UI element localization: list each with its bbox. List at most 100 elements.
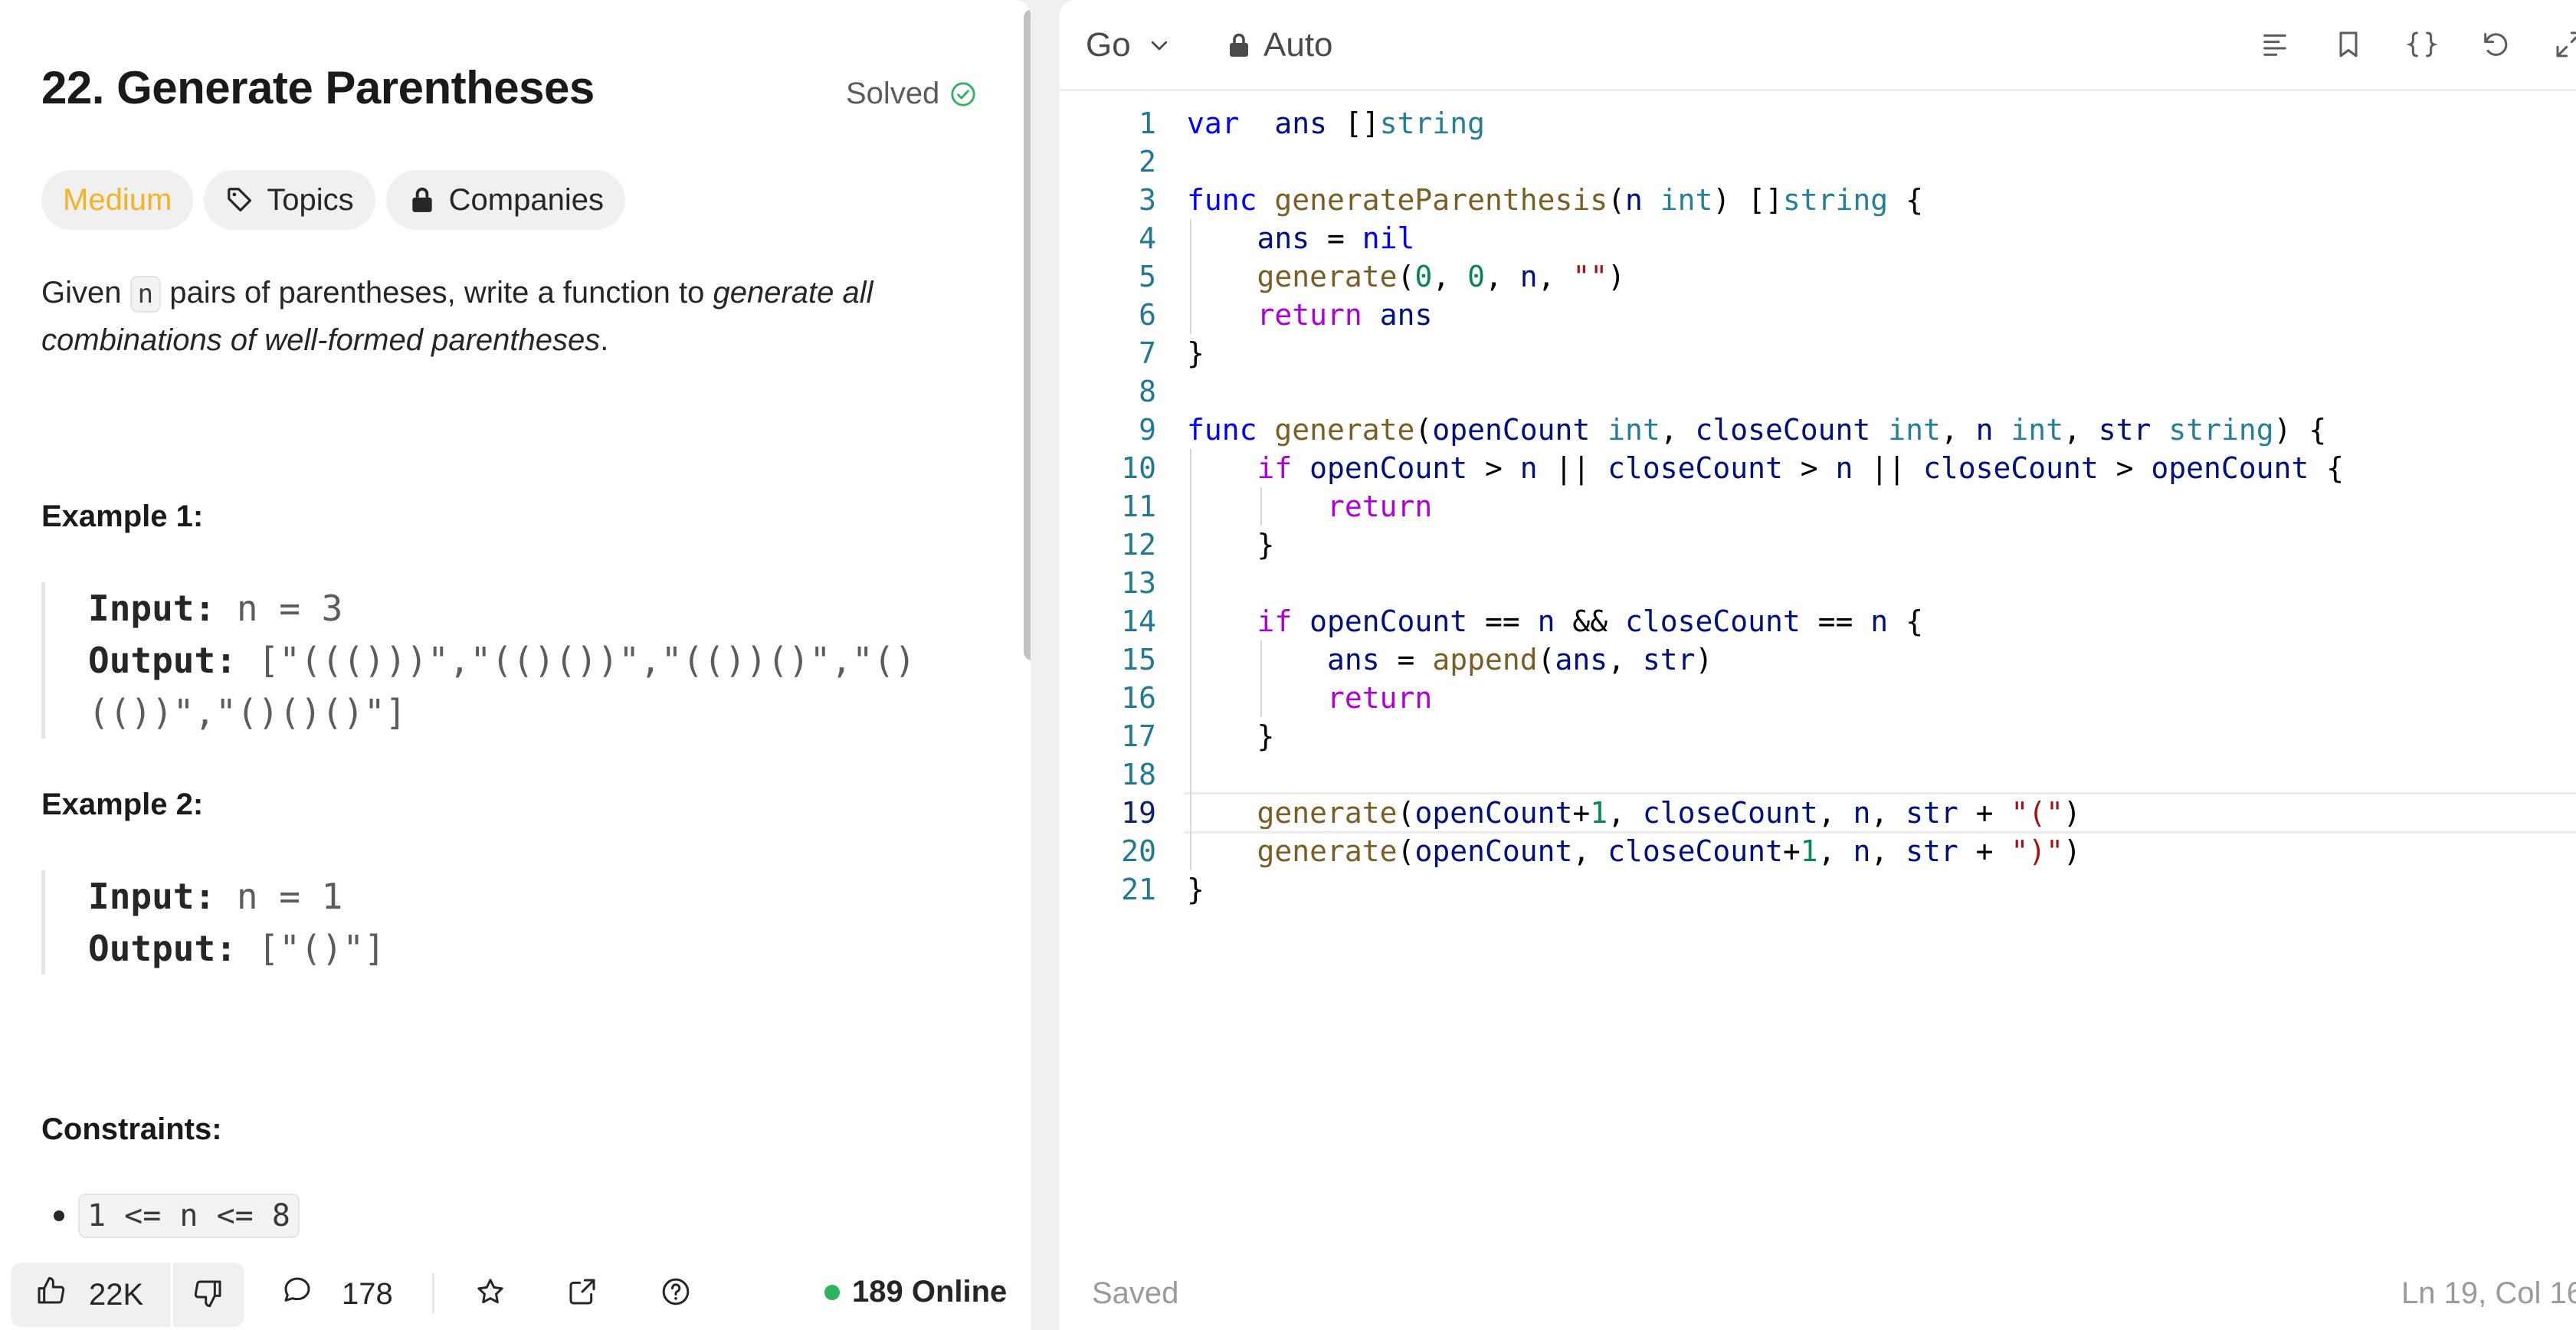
line-number: 11: [1121, 490, 1156, 523]
code-token: []: [1327, 106, 1380, 140]
code-text: return ans: [1187, 296, 1433, 334]
problem-tags: Medium Topics Companies: [41, 170, 625, 230]
code-line[interactable]: 20 generate(openCount, closeCount+1, n, …: [1060, 832, 2576, 870]
code-token: ,: [2063, 413, 2099, 447]
comments-button[interactable]: 178: [282, 1275, 393, 1313]
code-line[interactable]: 3 func generateParenthesis(n int) []strin…: [1060, 181, 2576, 219]
code-token: ,: [1870, 796, 1906, 830]
code-token: (: [1608, 183, 1625, 217]
code-token: (: [1397, 260, 1415, 293]
description-scrollbar[interactable]: [1024, 9, 1031, 660]
code-text: func generateParenthesis(n int) []string…: [1187, 181, 1923, 219]
input-label: Input:: [88, 876, 216, 917]
braces-icon[interactable]: [2407, 29, 2437, 60]
code-line[interactable]: 15 ans = append(ans, str): [1060, 640, 2576, 679]
code-token: ans: [1555, 643, 1608, 676]
code-token: int: [2011, 413, 2064, 447]
expand-icon[interactable]: [2554, 29, 2576, 60]
code-text: if openCount > n || closeCount > n || cl…: [1187, 449, 2345, 487]
code-line[interactable]: 2: [1060, 142, 2576, 181]
code-line[interactable]: 8: [1060, 372, 2576, 411]
companies-label: Companies: [448, 182, 604, 217]
code-line[interactable]: 17 }: [1060, 717, 2576, 755]
code-token: +: [1958, 796, 2011, 830]
code-token: generateParenthesis: [1274, 183, 1608, 217]
code-line[interactable]: 19 generate(openCount+1, closeCount, n, …: [1060, 792, 2576, 834]
code-token: "(": [2011, 796, 2064, 830]
companies-button[interactable]: Companies: [385, 170, 625, 230]
bookmark-icon[interactable]: [2333, 29, 2364, 60]
code-token: ,: [1660, 413, 1696, 447]
code-token: n: [1853, 834, 1871, 868]
code-token: n: [1853, 796, 1871, 830]
code-line[interactable]: 13: [1060, 564, 2576, 602]
code-line[interactable]: 12 }: [1060, 526, 2576, 564]
code-token: ): [1608, 260, 1626, 293]
code-line[interactable]: 21}: [1060, 870, 2576, 909]
code-token: str: [2098, 413, 2152, 447]
line-number: 12: [1121, 528, 1156, 562]
favorite-button[interactable]: [475, 1276, 506, 1311]
dislike-button[interactable]: [173, 1278, 244, 1312]
line-number: 8: [1139, 375, 1156, 408]
code-text: ans = nil: [1187, 219, 1415, 257]
code-line[interactable]: 18: [1060, 755, 2576, 794]
code-line[interactable]: 14 if openCount == n && closeCount == n …: [1060, 602, 2576, 640]
code-token: str: [1906, 834, 1958, 868]
code-token: (: [1397, 834, 1415, 868]
code-token: n: [1537, 604, 1555, 638]
desc-text: Given: [41, 276, 130, 310]
problem-panel: 22. Generate Parentheses Solved Medium T…: [0, 0, 1031, 1330]
code-token: n: [1975, 413, 1994, 447]
code-text: generate(0, 0, n, ""): [1187, 257, 1626, 296]
topics-button[interactable]: Topics: [204, 170, 375, 230]
code-token: int: [1888, 413, 1941, 447]
code-line[interactable]: 16 return: [1060, 679, 2576, 717]
code-token: closeCount: [1922, 451, 2099, 485]
code-line[interactable]: 5 generate(0, 0, n, ""): [1060, 257, 2576, 296]
like-button[interactable]: 22K: [11, 1276, 171, 1314]
code-token: +: [1958, 834, 2011, 868]
input-value: n = 1: [215, 876, 343, 917]
auto-mode-toggle[interactable]: Auto: [1225, 26, 1333, 64]
code-line[interactable]: 11 return: [1060, 487, 2576, 526]
code-token: generate: [1257, 260, 1398, 293]
code-token: n: [1519, 451, 1538, 485]
language-selector[interactable]: Go: [1086, 26, 1171, 64]
code-text: func generate(openCount int, closeCount …: [1187, 411, 2326, 449]
reset-icon[interactable]: [2480, 29, 2511, 60]
code-text: return: [1187, 679, 1432, 717]
code-token: 1: [1590, 796, 1608, 830]
code-line[interactable]: 9 func generate(openCount int, closeCount…: [1060, 411, 2576, 449]
code-token: "": [1572, 260, 1608, 293]
help-button[interactable]: [660, 1276, 691, 1311]
output-label: Output:: [88, 640, 237, 681]
editor-tools: [2260, 29, 2576, 60]
code-line[interactable]: 10 if openCount > n || closeCount > n ||…: [1060, 449, 2576, 487]
star-icon: [477, 1279, 503, 1304]
code-line[interactable]: 1 var ans []string: [1060, 104, 2576, 142]
problem-statement: Given n pairs of parentheses, write a fu…: [41, 270, 976, 363]
code-token: openCount: [1309, 604, 1468, 638]
line-number: 17: [1121, 719, 1156, 753]
auto-mode-label: Auto: [1263, 26, 1333, 64]
format-lines-icon[interactable]: [2260, 29, 2290, 60]
code-token: n: [1835, 451, 1853, 485]
share-button[interactable]: [567, 1276, 598, 1311]
line-number: 14: [1121, 604, 1156, 638]
code-token: >: [2098, 451, 2152, 485]
code-token: nil: [1362, 221, 1415, 255]
bullet: [54, 1210, 64, 1221]
code-area[interactable]: 1 var ans []string 2 3 func generateParenthe…: [1060, 104, 2576, 909]
code-line[interactable]: 4 ans = nil: [1060, 219, 2576, 257]
code-line[interactable]: 7}: [1060, 334, 2576, 372]
difficulty-badge[interactable]: Medium: [41, 170, 194, 230]
difficulty-label: Medium: [63, 182, 172, 217]
code-token: =: [1379, 643, 1433, 676]
code-token: }: [1187, 719, 1275, 753]
code-line[interactable]: 6 return ans: [1060, 296, 2576, 334]
